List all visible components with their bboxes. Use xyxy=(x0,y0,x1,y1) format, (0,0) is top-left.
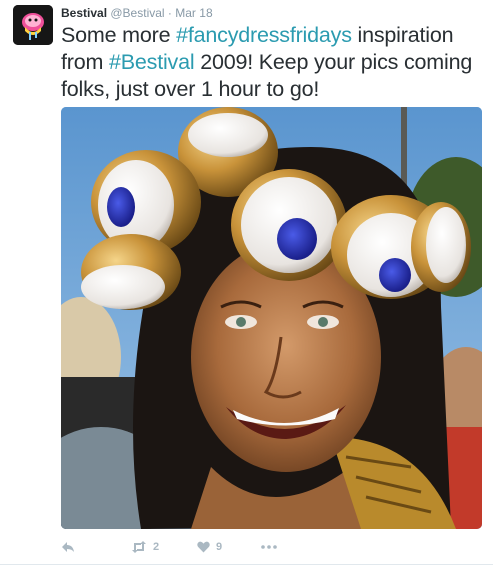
like-count: 9 xyxy=(216,541,223,553)
tweet-actions: 2 9 xyxy=(61,537,481,557)
retweet-button[interactable]: 2 xyxy=(131,537,159,557)
reply-icon xyxy=(62,542,74,552)
username[interactable]: @Bestival xyxy=(110,6,164,20)
hashtag-link-fancydressfridays[interactable]: #fancydressfridays xyxy=(176,23,352,47)
retweet-icon xyxy=(132,541,146,553)
heart-icon xyxy=(197,541,210,553)
bestival-logo-icon xyxy=(13,5,53,45)
reply-button[interactable] xyxy=(61,537,75,557)
tweet[interactable]: Bestival @Bestival · Mar 18 Some more #f… xyxy=(0,0,493,565)
tweet-header: Bestival @Bestival · Mar 18 xyxy=(61,6,213,20)
tweet-text-part: Some more xyxy=(61,23,177,47)
avatar[interactable] xyxy=(13,5,53,45)
like-button[interactable]: 9 xyxy=(197,537,222,557)
timestamp[interactable]: Mar 18 xyxy=(175,6,212,20)
more-dots-icon xyxy=(261,545,277,549)
tweet-photo[interactable] xyxy=(61,107,482,529)
retweet-count: 2 xyxy=(153,541,160,553)
tweet-text: Some more #fancydressfridays inspiration… xyxy=(61,22,481,103)
more-button[interactable] xyxy=(261,537,277,557)
separator-dot: · xyxy=(167,6,172,20)
display-name[interactable]: Bestival xyxy=(61,6,107,20)
photo-woman-eyeball-headdress xyxy=(61,107,482,529)
hashtag-link-bestival[interactable]: #Bestival xyxy=(109,50,195,74)
